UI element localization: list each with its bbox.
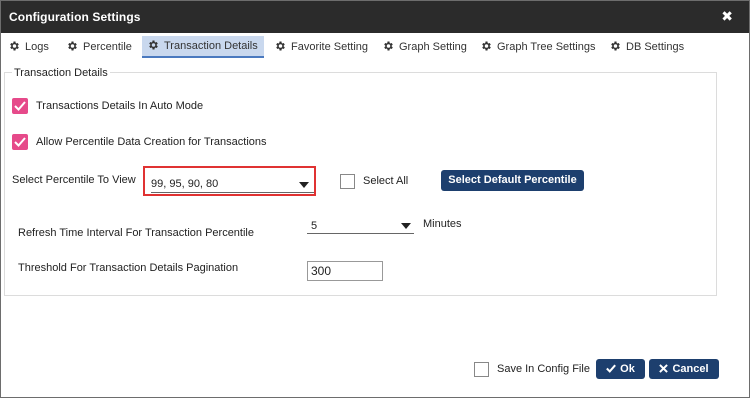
- tab-label: Graph Setting: [399, 41, 467, 53]
- tab-label: Logs: [25, 41, 49, 53]
- close-icon: [659, 364, 669, 373]
- chevron-down-icon: [401, 223, 411, 229]
- percentile-select-value: 99, 95, 90, 80: [151, 178, 219, 190]
- ok-button[interactable]: Ok: [596, 359, 645, 379]
- configuration-dialog: Configuration Settings ✖ Logs Percentile…: [0, 0, 750, 398]
- fieldset-legend: Transaction Details: [12, 67, 110, 79]
- tab-label: Favorite Setting: [291, 41, 369, 53]
- tab-label: Transaction Details: [164, 40, 258, 52]
- close-icon[interactable]: ✖: [721, 8, 733, 25]
- tab-favorite-setting[interactable]: Favorite Setting: [274, 36, 368, 58]
- auto-mode-checkbox[interactable]: [12, 98, 28, 114]
- cancel-label: Cancel: [672, 363, 709, 375]
- tab-bar: Logs Percentile Transaction Details Favo…: [1, 36, 749, 58]
- tab-graph-setting[interactable]: Graph Setting: [382, 36, 467, 58]
- save-in-config-checkbox[interactable]: [474, 362, 489, 377]
- tab-label: DB Settings: [626, 41, 685, 53]
- pagination-label: Threshold For Transaction Details Pagina…: [18, 262, 239, 274]
- gear-icon: [10, 41, 19, 51]
- tab-logs[interactable]: Logs: [8, 36, 49, 58]
- select-default-percentile-button[interactable]: Select Default Percentile: [441, 170, 584, 191]
- tab-graph-tree-settings[interactable]: Graph Tree Settings: [480, 36, 595, 58]
- select-all-checkbox[interactable]: [340, 174, 355, 189]
- refresh-interval-label: Refresh Time Interval For Transaction Pe…: [18, 227, 254, 239]
- save-in-config-label: Save In Config File: [497, 363, 590, 375]
- select-all-label: Select All: [363, 175, 409, 187]
- gear-icon: [611, 41, 620, 51]
- gear-icon: [384, 41, 393, 51]
- cancel-button[interactable]: Cancel: [649, 359, 719, 379]
- check-icon: [14, 101, 26, 111]
- title-bar: Configuration Settings ✖: [1, 1, 749, 33]
- chevron-down-icon: [299, 182, 309, 188]
- gear-icon: [276, 41, 285, 51]
- gear-icon: [68, 41, 77, 51]
- allow-percentile-label: Allow Percentile Data Creation for Trans…: [36, 136, 267, 148]
- percentile-select-highlight: 99, 95, 90, 80: [143, 166, 316, 196]
- tab-db-settings[interactable]: DB Settings: [609, 36, 684, 58]
- refresh-interval-value: 5: [311, 220, 318, 232]
- percentile-select[interactable]: 99, 95, 90, 80: [151, 174, 314, 193]
- refresh-interval-unit: Minutes: [423, 218, 462, 230]
- check-icon: [14, 137, 26, 147]
- tab-label: Percentile: [83, 41, 132, 53]
- pagination-input[interactable]: 300: [307, 261, 383, 281]
- gear-icon: [149, 40, 158, 50]
- check-icon: [606, 364, 617, 373]
- tab-label: Graph Tree Settings: [497, 41, 596, 53]
- allow-percentile-checkbox[interactable]: [12, 134, 28, 150]
- dialog-title: Configuration Settings: [9, 10, 141, 24]
- tab-percentile[interactable]: Percentile: [66, 36, 132, 58]
- auto-mode-label: Transactions Details In Auto Mode: [36, 100, 204, 112]
- refresh-interval-select[interactable]: 5: [307, 219, 414, 234]
- percentile-label: Select Percentile To View: [12, 174, 136, 186]
- tab-transaction-details[interactable]: Transaction Details: [142, 36, 264, 58]
- ok-label: Ok: [620, 363, 635, 375]
- gear-icon: [482, 41, 491, 51]
